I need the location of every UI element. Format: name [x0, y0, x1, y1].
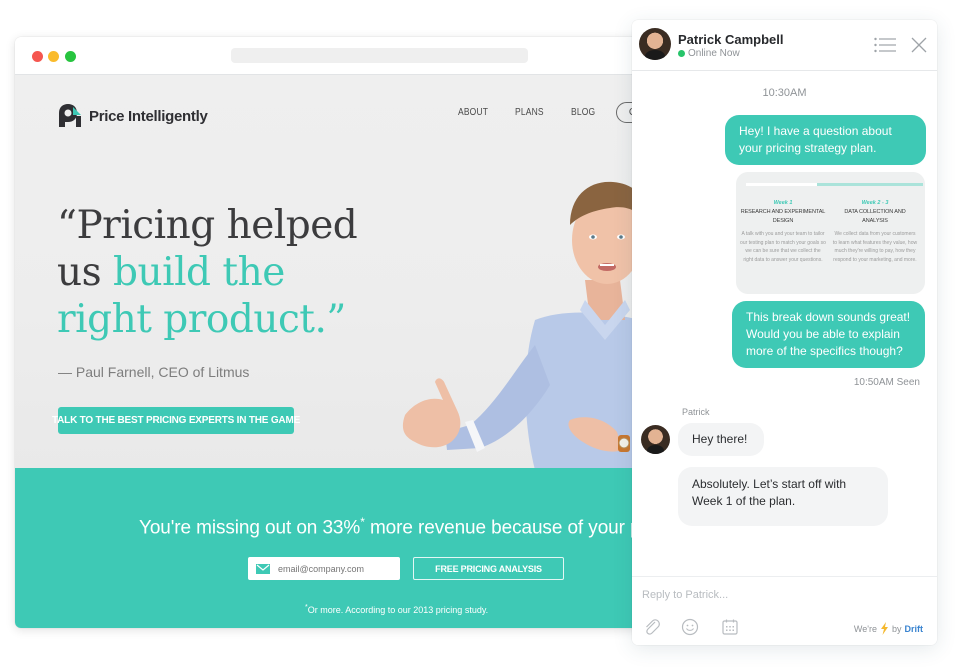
window-maximize-button[interactable] — [65, 51, 76, 62]
plan-week-label: Week 1 — [773, 200, 793, 206]
nav-blog[interactable]: BLOG — [571, 107, 595, 118]
email-input[interactable] — [278, 563, 388, 574]
close-icon[interactable] — [911, 37, 927, 53]
agent-message: Hey there! — [678, 423, 764, 456]
free-pricing-analysis-button[interactable]: FREE PRICING ANALYSIS — [413, 557, 564, 580]
site-nav: ABOUT PLANS BLOG GET IN — [458, 102, 655, 123]
plan-progress-done — [746, 183, 817, 186]
chat-widget: Patrick Campbell Online Now 10:30AM Hey!… — [632, 20, 937, 645]
chat-timestamp: 10:30AM — [762, 87, 807, 99]
site-logo[interactable]: Price Intelligently — [57, 103, 208, 129]
nav-plans[interactable]: PLANS — [515, 107, 544, 118]
plan-column-week-2-3: Week 2 - 3 DATA COLLECTION AND ANALYSIS … — [832, 200, 918, 265]
plan-column-week-1: Week 1 RESEARCH AND EXPERIMENTAL DESIGN … — [740, 200, 826, 265]
hero-section: Price Intelligently ABOUT PLANS BLOG GET… — [15, 75, 655, 468]
agent-message-avatar — [641, 425, 670, 454]
paperclip-icon[interactable] — [643, 618, 661, 636]
band-footnote: *Or more. According to our 2013 pricing … — [305, 604, 488, 615]
plan-week-label: Week 2 - 3 — [861, 200, 889, 206]
window-minimize-button[interactable] — [48, 51, 59, 62]
footnote-text: Or more. According to our 2013 pricing s… — [307, 605, 489, 615]
seen-receipt: 10:50AM Seen — [853, 377, 920, 388]
email-field[interactable] — [248, 557, 400, 580]
headline-text: You're missing out on 33% — [139, 517, 361, 539]
plan-card-attachment[interactable]: Week 1 RESEARCH AND EXPERIMENTAL DESIGN … — [736, 172, 925, 294]
headline-text-rest: more revenue because of your pr — [364, 517, 647, 539]
revenue-band: You're missing out on 33%* more revenue … — [15, 468, 655, 628]
online-status-dot — [678, 50, 685, 57]
plan-title: RESEARCH AND EXPERIMENTAL DESIGN — [740, 209, 826, 224]
agent-message: Absolutely. Let’s start off with Week 1 … — [678, 467, 888, 526]
menu-icon[interactable] — [874, 37, 896, 53]
agent-avatar — [639, 28, 671, 60]
envelope-icon — [256, 563, 270, 574]
plan-title: DATA COLLECTION AND ANALYSIS — [844, 209, 906, 224]
reply-input[interactable] — [642, 587, 912, 603]
browser-toolbar — [15, 37, 655, 75]
testimonial-quote: “Pricing helped us build the right produ… — [57, 202, 377, 343]
agent-status: Online Now — [678, 48, 740, 59]
address-bar[interactable] — [231, 48, 528, 63]
chat-header: Patrick Campbell Online Now — [632, 20, 937, 71]
agent-name: Patrick Campbell — [678, 32, 784, 47]
nav-about[interactable]: ABOUT — [458, 107, 488, 118]
powered-by-drift: We're by Drift — [854, 622, 923, 635]
plan-description: We collect data from your customers to l… — [832, 231, 918, 264]
hero-person-image — [402, 181, 655, 468]
powered-by-text: by — [891, 623, 902, 634]
calendar-icon[interactable] — [721, 618, 739, 636]
status-text: Online Now — [688, 48, 740, 59]
revenue-headline: You're missing out on 33%* more revenue … — [139, 515, 647, 539]
visitor-message: This break down sounds great! Would you … — [732, 301, 925, 368]
plan-progress-remaining — [816, 183, 923, 186]
browser-window: Price Intelligently ABOUT PLANS BLOG GET… — [15, 37, 655, 628]
plan-progress-bar — [746, 183, 923, 186]
sender-name: Patrick — [682, 407, 710, 417]
window-close-button[interactable] — [32, 51, 43, 62]
powered-text: We're — [853, 623, 877, 634]
drift-link[interactable]: Drift — [905, 624, 924, 634]
talk-to-experts-button[interactable]: TALK TO THE BEST PRICING EXPERTS IN THE … — [52, 407, 300, 434]
quote-attribution: — Paul Farnell, CEO of Litmus — [58, 364, 250, 380]
logo-icon — [59, 104, 81, 127]
visitor-message: Hey! I have a question about your pricin… — [725, 115, 926, 165]
logo-text: Price Intelligently — [89, 107, 208, 125]
lightning-bolt-icon — [880, 622, 888, 635]
chat-composer: We're by Drift — [632, 576, 937, 645]
emoji-icon[interactable] — [681, 618, 699, 636]
plan-description: A talk with you and your team to tailor … — [740, 231, 826, 264]
